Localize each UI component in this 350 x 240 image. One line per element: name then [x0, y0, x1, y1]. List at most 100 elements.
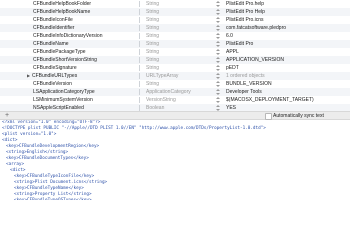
plist-key-text: CFBundleVersion: [33, 81, 72, 87]
type-popup-chevron-icon[interactable]: [216, 25, 220, 31]
column-divider: [139, 97, 140, 103]
plist-type-cell[interactable]: ApplicationCategory: [146, 88, 224, 96]
plist-type-cell[interactable]: VersionString: [146, 96, 224, 104]
type-popup-chevron-icon[interactable]: [216, 97, 220, 103]
plist-type-cell[interactable]: String: [146, 40, 224, 48]
plist-key-cell[interactable]: CFBundleHelpBookName: [0, 8, 140, 16]
plist-value-cell[interactable]: APPLICATION_VERSION: [226, 56, 350, 64]
plist-row[interactable]: CFBundleHelpBookName String PlistEdit Pro …: [0, 8, 350, 16]
column-divider: [139, 17, 140, 23]
plist-key-text: CFBundlePackageType: [33, 49, 86, 55]
column-divider: [139, 49, 140, 55]
plist-value-cell[interactable]: BUNDLE_VERSION: [226, 80, 350, 88]
column-divider: [139, 41, 140, 47]
plist-key-text: CFBundleSignature: [33, 65, 77, 71]
column-divider: [139, 73, 140, 79]
plist-row[interactable]: CFBundleHelpBookFolder String PlistEdit Pr…: [0, 0, 350, 8]
plus-icon: +: [4, 112, 10, 119]
plist-value-cell[interactable]: YES: [226, 104, 350, 111]
plist-row[interactable]: CFBundleIconFile String PlistEdit Pro.icns: [0, 16, 350, 24]
plist-key-cell[interactable]: CFBundleInfoDictionaryVersion: [0, 32, 140, 40]
type-popup-chevron-icon[interactable]: [216, 89, 220, 95]
plist-row[interactable]: CFBundleShortVersionString String APPLICAT…: [0, 56, 350, 64]
plist-outline-table[interactable]: CFBundleHelpBookFolder String PlistEdit Pr…: [0, 0, 350, 111]
column-divider: [139, 25, 140, 31]
plist-key-cell[interactable]: CFBundleName: [0, 40, 140, 48]
column-divider: [139, 81, 140, 87]
plist-key-cell[interactable]: LSApplicationCategoryType: [0, 88, 140, 96]
plist-row[interactable]: CFBundlePackageType String APPL: [0, 48, 350, 56]
plist-key-cell[interactable]: CFBundleSignature: [0, 64, 140, 72]
plist-value-cell[interactable]: 1 ordered objects: [226, 72, 350, 80]
plist-key-cell[interactable]: CFBundleIconFile: [0, 16, 140, 24]
auto-sync-checkbox[interactable]: [265, 113, 272, 120]
plist-type-cell[interactable]: String: [146, 56, 224, 64]
plist-key-cell[interactable]: NSAppleScriptEnabled: [0, 104, 140, 111]
plist-row[interactable]: CFBundleVersion String BUNDLE_VERSION: [0, 80, 350, 88]
type-popup-chevron-icon[interactable]: [216, 1, 220, 7]
type-popup-chevron-icon[interactable]: [216, 81, 220, 87]
type-popup-chevron-icon[interactable]: [216, 57, 220, 63]
plist-value-cell[interactable]: APPL: [226, 48, 350, 56]
plist-key-cell[interactable]: CFBundleIdentifier: [0, 24, 140, 32]
type-popup-chevron-icon[interactable]: [216, 17, 220, 23]
auto-sync-label: Automatically sync text: [273, 113, 324, 119]
type-popup-chevron-icon[interactable]: [216, 9, 220, 15]
plist-type-cell[interactable]: String: [146, 24, 224, 32]
plist-value-cell[interactable]: PlistEdit Pro.help: [226, 0, 350, 8]
plist-value-cell[interactable]: pEDT: [226, 64, 350, 72]
plist-row[interactable]: NSAppleScriptEnabled Boolean YES: [0, 104, 350, 111]
column-divider: [139, 57, 140, 63]
plist-row[interactable]: CFBundleName String PlistEdit Pro: [0, 40, 350, 48]
plist-key-cell[interactable]: CFBundleShortVersionString: [0, 56, 140, 64]
plist-value-cell[interactable]: PlistEdit Pro: [226, 40, 350, 48]
plist-key-text: CFBundleHelpBookFolder: [33, 1, 92, 7]
plistedit-window: CFBundleHelpBookFolder String PlistEdit Pr…: [0, 0, 350, 200]
plist-row[interactable]: ▶ CFBundleURLTypes URLTypeArray 1 ordered o…: [0, 72, 350, 80]
plist-row[interactable]: CFBundleInfoDictionaryVersion String 6.0: [0, 32, 350, 40]
plist-type-cell[interactable]: String: [146, 16, 224, 24]
column-divider: [139, 33, 140, 39]
plist-row[interactable]: LSMinimumSystemVersion VersionString $(MAC…: [0, 96, 350, 104]
plist-key-text: CFBundleName: [33, 41, 69, 47]
column-divider: [139, 65, 140, 71]
plist-type-cell[interactable]: String: [146, 48, 224, 56]
type-popup-chevron-icon[interactable]: [216, 73, 220, 79]
plist-key-text: LSMinimumSystemVersion: [33, 97, 93, 103]
plist-key-cell[interactable]: CFBundleVersion: [0, 80, 140, 88]
plist-value-cell[interactable]: PlistEdit Pro.icns: [226, 16, 350, 24]
plist-type-cell[interactable]: String: [146, 80, 224, 88]
plist-key-text: CFBundleHelpBookName: [33, 9, 91, 15]
type-popup-chevron-icon[interactable]: [216, 49, 220, 55]
plist-type-cell[interactable]: String: [146, 32, 224, 40]
plist-value-cell[interactable]: PlistEdit Pro Help: [226, 8, 350, 16]
plist-key-cell[interactable]: LSMinimumSystemVersion: [0, 96, 140, 104]
plist-type-cell[interactable]: Boolean: [146, 104, 224, 111]
plist-key-text: CFBundleIdentifier: [33, 25, 75, 31]
plist-value-cell[interactable]: $(MACOSX_DEPLOYMENT_TARGET): [226, 96, 350, 104]
plist-key-cell[interactable]: CFBundlePackageType: [0, 48, 140, 56]
plist-value-cell[interactable]: 6.0: [226, 32, 350, 40]
plist-key-text: CFBundleURLTypes: [32, 73, 78, 79]
type-popup-chevron-icon[interactable]: [216, 65, 220, 71]
plist-key-cell[interactable]: ▶ CFBundleURLTypes: [0, 72, 140, 80]
column-divider: [139, 89, 140, 95]
plist-row[interactable]: CFBundleIdentifier String com.fatcatsoftwa…: [0, 24, 350, 32]
plist-row[interactable]: CFBundleSignature String pEDT: [0, 64, 350, 72]
add-button[interactable]: +: [4, 112, 10, 119]
plist-type-cell[interactable]: String: [146, 8, 224, 16]
plist-row[interactable]: LSApplicationCategoryType ApplicationCate…: [0, 88, 350, 96]
plist-type-cell[interactable]: String: [146, 64, 224, 72]
column-divider: [139, 1, 140, 7]
plist-key-text: LSApplicationCategoryType: [33, 89, 95, 95]
plist-type-cell[interactable]: URLTypeArray: [146, 72, 224, 80]
plist-key-cell[interactable]: CFBundleHelpBookFolder: [0, 0, 140, 8]
column-divider: [139, 9, 140, 15]
xml-source-editor[interactable]: <?xml version="1.0" encoding="UTF-8"?> <!…: [0, 120, 350, 200]
type-popup-chevron-icon[interactable]: [216, 41, 220, 47]
plist-value-cell[interactable]: Developer Tools: [226, 88, 350, 96]
type-popup-chevron-icon[interactable]: [216, 33, 220, 39]
plist-type-cell[interactable]: String: [146, 0, 224, 8]
plist-key-text: CFBundleIconFile: [33, 17, 73, 23]
plist-value-cell[interactable]: com.fatcatsoftware.pledpro: [226, 24, 350, 32]
